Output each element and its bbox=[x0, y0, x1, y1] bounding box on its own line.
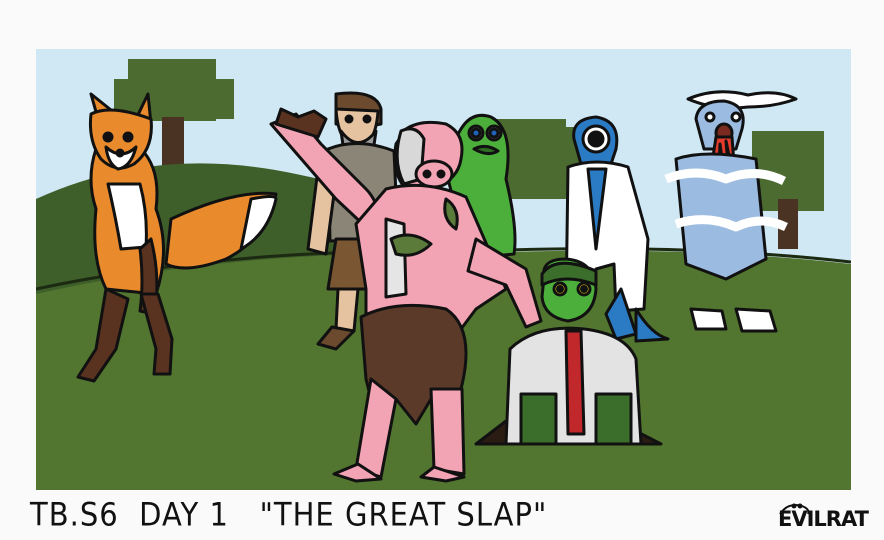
artist-signature: EVILRAT bbox=[778, 507, 869, 531]
comic-caption: TB.S6 DAY 1 "THE GREAT SLAP" bbox=[30, 496, 548, 534]
comic-illustration bbox=[36, 49, 851, 490]
comic-panel bbox=[36, 49, 851, 490]
